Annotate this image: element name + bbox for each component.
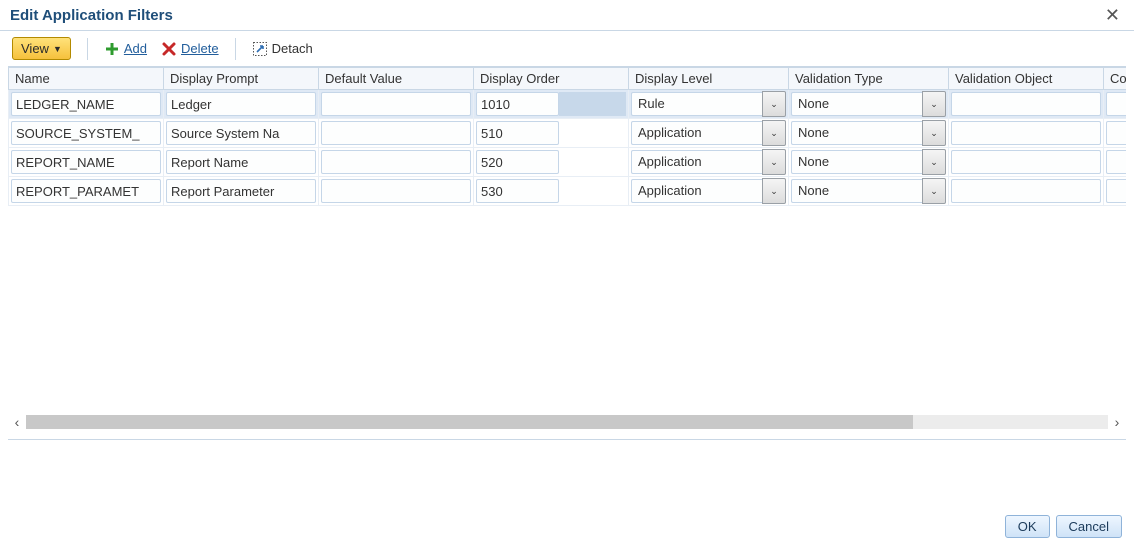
default_value-input[interactable] [321, 121, 471, 145]
display_level-select[interactable]: Application⌄ [631, 178, 786, 204]
detach-label: Detach [272, 41, 313, 56]
validation_type-select[interactable]: None⌄ [791, 178, 946, 204]
validation_object-input[interactable] [951, 150, 1101, 174]
scroll-left-icon[interactable]: ‹ [8, 414, 26, 430]
close-icon[interactable]: ✕ [1101, 6, 1124, 24]
separator [87, 38, 88, 60]
condition-input[interactable] [1106, 179, 1126, 203]
display-order-input[interactable] [476, 121, 559, 145]
display_level-select[interactable]: Application⌄ [631, 120, 786, 146]
table-header: Name Display Prompt Default Value Displa… [9, 68, 1127, 90]
display-order-input[interactable] [476, 92, 559, 116]
col-validation-type[interactable]: Validation Type [789, 68, 949, 90]
validation_type-select[interactable]: None⌄ [791, 91, 946, 117]
validation_object-input[interactable] [951, 121, 1101, 145]
dialog-title: Edit Application Filters [10, 7, 173, 24]
validation_type-value: None [791, 121, 922, 145]
cell-spacer [559, 179, 627, 203]
table-body: Rule⌄None⌄Application⌄None⌄Application⌄N… [9, 90, 1127, 206]
display_level-value: Application [631, 121, 762, 145]
display_prompt-input[interactable] [166, 150, 316, 174]
display_level-select[interactable]: Application⌄ [631, 149, 786, 175]
ok-button[interactable]: OK [1005, 515, 1050, 538]
plus-icon [104, 41, 120, 57]
scroll-right-icon[interactable]: › [1108, 414, 1126, 430]
table-row[interactable]: Application⌄None⌄ [9, 119, 1127, 148]
add-label: Add [124, 41, 147, 56]
display-order-input[interactable] [476, 179, 559, 203]
cell-spacer [559, 92, 627, 116]
col-display-order[interactable]: Display Order [474, 68, 629, 90]
display-order-input[interactable] [476, 150, 559, 174]
col-validation-object[interactable]: Validation Object [949, 68, 1104, 90]
display_prompt-input[interactable] [166, 179, 316, 203]
detach-button[interactable]: Detach [252, 41, 313, 57]
toolbar: View ▼ Add Delete Detach [0, 31, 1134, 66]
col-default-value[interactable]: Default Value [319, 68, 474, 90]
validation_object-input[interactable] [951, 92, 1101, 116]
display_level-value: Application [631, 150, 762, 174]
name-input[interactable] [11, 150, 161, 174]
cell-spacer [559, 121, 627, 145]
divider [8, 439, 1126, 440]
chevron-down-icon[interactable]: ⌄ [922, 178, 946, 204]
chevron-down-icon[interactable]: ⌄ [762, 178, 786, 204]
grid-container: Name Display Prompt Default Value Displa… [8, 66, 1126, 407]
grid-scroll-area: Name Display Prompt Default Value Displa… [8, 67, 1126, 407]
validation_object-input[interactable] [951, 179, 1101, 203]
validation_type-value: None [791, 92, 922, 116]
scroll-track[interactable] [26, 415, 1108, 429]
separator [235, 38, 236, 60]
delete-x-icon [161, 41, 177, 57]
dialog-footer: OK Cancel [1005, 515, 1122, 538]
view-menu-button[interactable]: View ▼ [12, 37, 71, 60]
default_value-input[interactable] [321, 150, 471, 174]
validation_type-value: None [791, 179, 922, 203]
add-button[interactable]: Add [104, 41, 147, 57]
horizontal-scrollbar[interactable]: ‹ › [8, 413, 1126, 431]
name-input[interactable] [11, 179, 161, 203]
validation_type-value: None [791, 150, 922, 174]
table-row[interactable]: Rule⌄None⌄ [9, 90, 1127, 119]
filters-table: Name Display Prompt Default Value Displa… [8, 67, 1126, 206]
cell-spacer [559, 150, 627, 174]
chevron-down-icon[interactable]: ⌄ [922, 91, 946, 117]
condition-input[interactable] [1106, 121, 1126, 145]
col-display-prompt[interactable]: Display Prompt [164, 68, 319, 90]
edit-application-filters-dialog: Edit Application Filters ✕ View ▼ Add De… [0, 0, 1134, 544]
display_level-select[interactable]: Rule⌄ [631, 91, 786, 117]
cancel-button[interactable]: Cancel [1056, 515, 1122, 538]
display_level-value: Rule [631, 92, 762, 116]
default_value-input[interactable] [321, 92, 471, 116]
default_value-input[interactable] [321, 179, 471, 203]
col-condition[interactable]: Co [1104, 68, 1127, 90]
table-row[interactable]: Application⌄None⌄ [9, 148, 1127, 177]
scroll-thumb[interactable] [26, 415, 913, 429]
delete-label: Delete [181, 41, 219, 56]
col-display-level[interactable]: Display Level [629, 68, 789, 90]
col-name[interactable]: Name [9, 68, 164, 90]
chevron-down-icon[interactable]: ⌄ [762, 149, 786, 175]
name-input[interactable] [11, 121, 161, 145]
delete-button[interactable]: Delete [161, 41, 219, 57]
title-bar: Edit Application Filters ✕ [0, 0, 1134, 26]
validation_type-select[interactable]: None⌄ [791, 120, 946, 146]
chevron-down-icon[interactable]: ⌄ [762, 91, 786, 117]
chevron-down-icon[interactable]: ⌄ [922, 149, 946, 175]
chevron-down-icon: ▼ [53, 44, 62, 54]
chevron-down-icon[interactable]: ⌄ [762, 120, 786, 146]
display_prompt-input[interactable] [166, 121, 316, 145]
name-input[interactable] [11, 92, 161, 116]
validation_type-select[interactable]: None⌄ [791, 149, 946, 175]
condition-input[interactable] [1106, 150, 1126, 174]
table-row[interactable]: Application⌄None⌄ [9, 177, 1127, 206]
display_prompt-input[interactable] [166, 92, 316, 116]
chevron-down-icon[interactable]: ⌄ [922, 120, 946, 146]
condition-input[interactable] [1106, 92, 1126, 116]
display_level-value: Application [631, 179, 762, 203]
detach-icon [252, 41, 268, 57]
view-menu-label: View [21, 41, 49, 56]
